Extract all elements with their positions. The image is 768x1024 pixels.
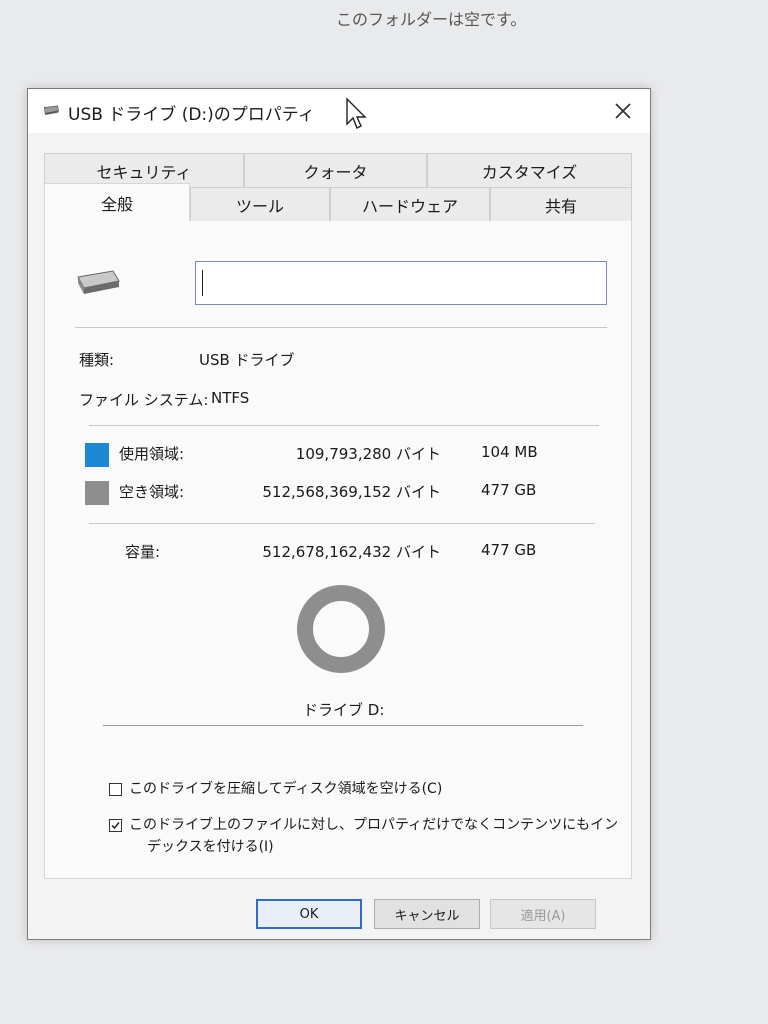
cancel-button[interactable]: キャンセル [374,899,480,929]
tab-customize[interactable]: カスタマイズ [427,153,632,187]
compress-drive-label: このドライブを圧縮してディスク領域を空ける(C) [129,781,443,797]
tab-security[interactable]: セキュリティ [44,153,244,187]
separator [75,327,607,328]
index-contents-checkbox[interactable] [109,819,122,832]
capacity-bytes: 512,678,162,432 バイト [262,543,441,561]
file-system-label: ファイル システム: [79,391,209,409]
index-contents-label-line1: このドライブ上のファイルに対し、プロパティだけでなくコンテンツにもイン [129,817,619,833]
mouse-cursor-icon [346,97,367,129]
drive-properties-dialog: USB ドライブ (D:)のプロパティ セキュリティ クォータ カスタマイズ 全… [27,88,651,940]
separator [103,725,583,726]
free-space-size: 477 GB [481,481,537,499]
compress-drive-checkbox[interactable] [109,783,122,796]
general-tab-panel: 種類: USB ドライブ ファイル システム: NTFS 使用領域: 109,7… [44,221,632,879]
file-system-value: NTFS [211,389,250,407]
title-bar[interactable]: USB ドライブ (D:)のプロパティ [28,89,650,133]
used-space-bytes: 109,793,280 バイト [295,445,441,463]
close-button[interactable] [606,95,640,127]
checkmark-icon [111,822,120,830]
used-space-label: 使用領域: [119,445,185,463]
dialog-title: USB ドライブ (D:)のプロパティ [68,105,315,125]
capacity-size: 477 GB [481,541,537,559]
capacity-label: 容量: [125,543,161,561]
used-space-swatch [85,443,109,467]
tab-sharing[interactable]: 共有 [490,187,632,221]
close-icon [615,103,631,119]
usb-drive-icon [43,105,59,115]
usb-drive-icon [77,270,120,294]
apply-button[interactable]: 適用(A) [490,899,596,929]
empty-folder-message: このフォルダーは空です。 [336,10,527,29]
tab-tools[interactable]: ツール [190,187,330,221]
text-caret [202,270,203,296]
type-label: 種類: [79,351,115,369]
tab-hardware[interactable]: ハードウェア [330,187,490,221]
used-space-size: 104 MB [481,443,538,461]
separator [89,425,599,426]
ok-button[interactable]: OK [256,899,362,929]
tab-row-front: 全般 ツール ハードウェア 共有 [44,183,632,221]
type-value: USB ドライブ [199,351,295,369]
index-contents-label-line2: デックスを付ける(I) [147,839,274,855]
free-space-label: 空き領域: [119,483,185,501]
donut-slice-free [297,585,385,673]
separator [89,523,595,524]
free-space-swatch [85,481,109,505]
disk-usage-donut-chart [297,585,385,673]
tab-general[interactable]: 全般 [44,183,190,221]
free-space-bytes: 512,568,369,152 バイト [262,483,441,501]
drive-letter-label: ドライブ D: [303,701,385,719]
tab-quota[interactable]: クォータ [244,153,427,187]
tab-row-back: セキュリティ クォータ カスタマイズ [44,153,632,187]
drive-name-input[interactable] [195,261,607,305]
